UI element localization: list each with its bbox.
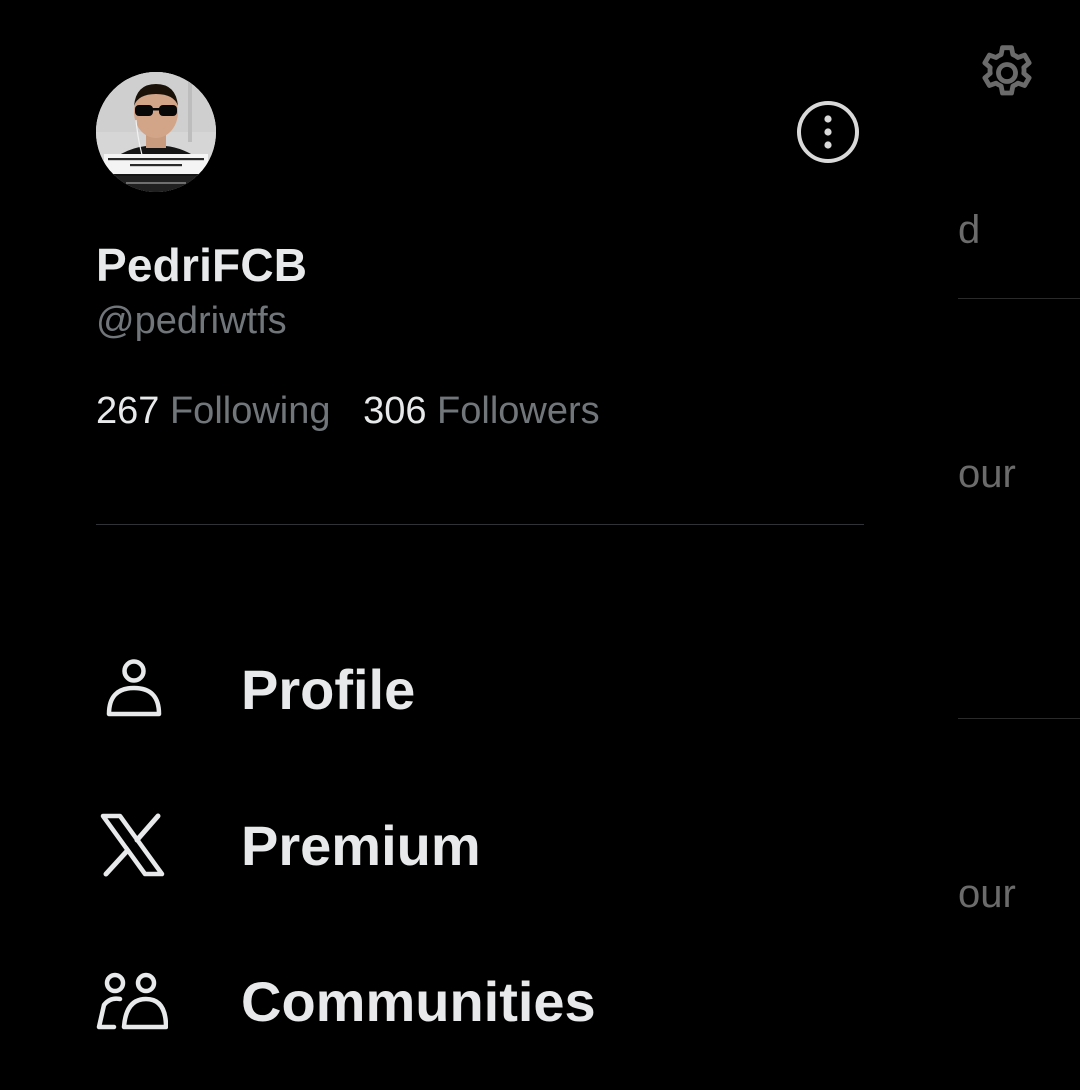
- following-label: Following: [169, 390, 331, 432]
- x-logo-icon: [100, 813, 165, 877]
- side-drawer: PedriFCB @pedriwtfs 267 Following 306 Fo…: [0, 0, 958, 1090]
- following-count: 267: [96, 390, 160, 432]
- more-options-button[interactable]: [796, 100, 860, 164]
- followers-label: Followers: [437, 390, 600, 432]
- gear-icon: [982, 45, 1032, 96]
- background-text-fragment: d: [958, 208, 981, 252]
- background-text-fragment: our: [958, 452, 1016, 496]
- menu-label-communities: Communities: [241, 969, 596, 1033]
- menu-item-premium[interactable]: Premium: [96, 790, 864, 900]
- user-handle[interactable]: @pedriwtfs: [96, 300, 287, 343]
- menu-label-premium: Premium: [241, 813, 481, 877]
- communities-icon: [96, 972, 168, 1030]
- follow-stats: 267 Following 306 Followers: [96, 390, 600, 433]
- followers-count: 306: [363, 390, 427, 432]
- settings-button[interactable]: [974, 40, 1040, 106]
- background-divider: [958, 718, 1080, 719]
- background-text-fragment: our: [958, 872, 1016, 916]
- avatar[interactable]: [96, 72, 216, 192]
- more-vertical-icon: [797, 101, 859, 163]
- drawer-divider: [96, 524, 864, 525]
- menu-label-profile: Profile: [241, 657, 416, 721]
- display-name[interactable]: PedriFCB: [96, 238, 307, 292]
- followers-link[interactable]: 306 Followers: [363, 390, 600, 433]
- following-link[interactable]: 267 Following: [96, 390, 331, 433]
- menu-item-profile[interactable]: Profile: [96, 634, 864, 744]
- avatar-image: [96, 72, 216, 192]
- person-icon: [106, 659, 162, 717]
- background-divider: [958, 298, 1080, 299]
- menu-item-communities[interactable]: Communities: [96, 946, 864, 1056]
